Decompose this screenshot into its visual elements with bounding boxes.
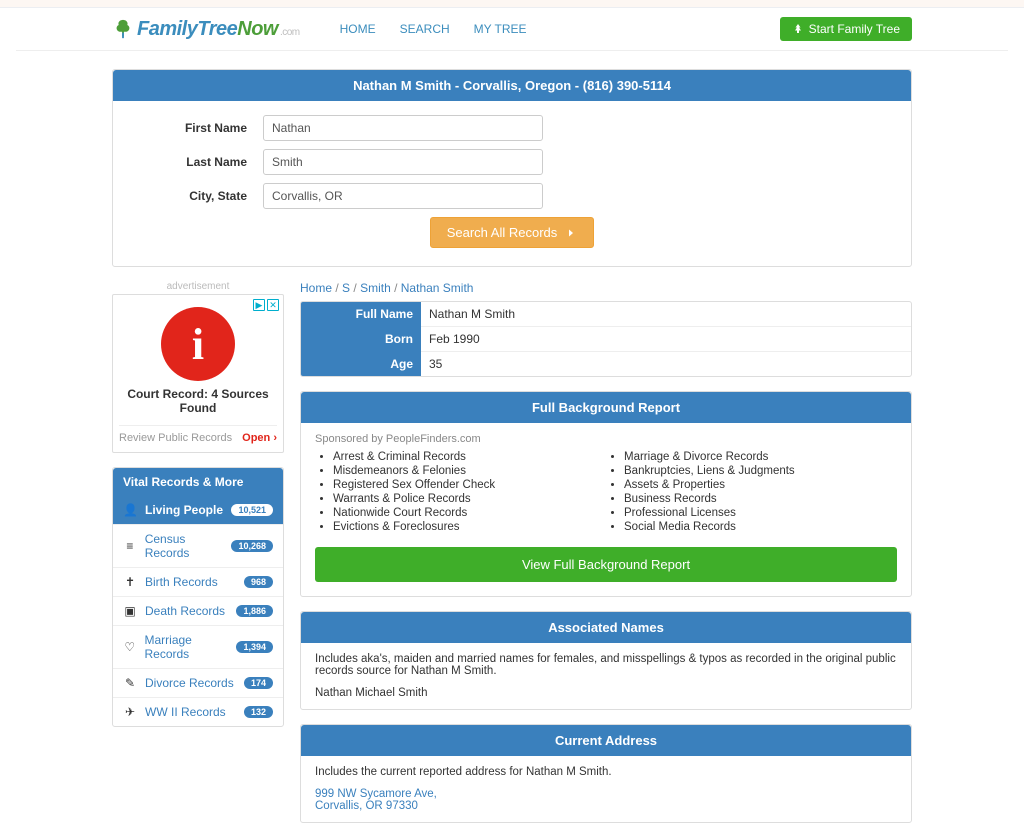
sidebar-item-label: Living People (145, 503, 223, 517)
current-address-panel: Current Address Includes the current rep… (300, 724, 912, 823)
associated-names-panel: Associated Names Includes aka's, maiden … (300, 611, 912, 710)
crumb-s[interactable]: S (342, 281, 350, 295)
brand-dotcom: .com (280, 27, 300, 38)
info-fullname-val: Nathan M Smith (421, 302, 911, 327)
info-age-val: 35 (421, 352, 911, 376)
person-info-table: Full NameNathan M Smith BornFeb 1990 Age… (300, 301, 912, 377)
sidebar-item-count: 10,268 (231, 540, 273, 552)
info-fullname-key: Full Name (301, 302, 421, 327)
addr-note: Includes the current reported address fo… (315, 766, 897, 778)
ad-label: advertisement (112, 281, 284, 292)
addr-title: Current Address (301, 725, 911, 756)
report-item: Arrest & Criminal Records (333, 451, 606, 463)
info-age-key: Age (301, 352, 421, 376)
sidebar-icon: ✈ (123, 705, 137, 719)
navbar: FamilyTreeNow.com HOME SEARCH MY TREE St… (112, 8, 912, 50)
info-born-val: Feb 1990 (421, 327, 911, 352)
sidebar-item-census-records[interactable]: ≡ Census Records10,268 (113, 524, 283, 567)
brand-now: Now (237, 18, 278, 40)
report-title: Full Background Report (301, 392, 911, 423)
start-button-label: Start Family Tree (809, 22, 900, 36)
sidebar-item-label: Divorce Records (145, 676, 234, 690)
first-name-label: First Name (143, 121, 263, 135)
info-icon: i (161, 307, 235, 381)
background-report-panel: Full Background Report Sponsored by Peop… (300, 391, 912, 597)
sidebar-title: Vital Records & More (113, 468, 283, 496)
sidebar-item-birth-records[interactable]: ✝ Birth Records 968 (113, 567, 283, 596)
sidebar-item-marriage-records[interactable]: ♡ Marriage Records1,394 (113, 625, 283, 668)
report-item: Evictions & Foreclosures (333, 521, 606, 533)
assoc-title: Associated Names (301, 612, 911, 643)
city-state-input[interactable] (263, 183, 543, 209)
tree-icon (112, 18, 134, 40)
info-born-key: Born (301, 327, 421, 352)
ad-open-link[interactable]: Open › (242, 432, 277, 444)
sidebar-item-label: Census Records (145, 532, 232, 560)
sidebar-icon: ♡ (123, 640, 137, 654)
sidebar-icon: ✝ (123, 575, 137, 589)
sidebar-icon: ▣ (123, 604, 137, 618)
nav-links: HOME SEARCH MY TREE (328, 16, 539, 42)
crumb-smith[interactable]: Smith (360, 281, 391, 295)
sidebar-icon: ✎ (123, 676, 137, 690)
sidebar-item-divorce-records[interactable]: ✎ Divorce Records 174 (113, 668, 283, 697)
report-item: Professional Licenses (624, 507, 897, 519)
sidebar-item-label: WW II Records (145, 705, 226, 719)
tree-small-icon (792, 23, 804, 35)
search-panel-title: Nathan M Smith - Corvallis, Oregon - (81… (113, 70, 911, 101)
search-panel: Nathan M Smith - Corvallis, Oregon - (81… (112, 69, 912, 267)
logo[interactable]: FamilyTreeNow.com (112, 18, 300, 41)
start-family-tree-button[interactable]: Start Family Tree (780, 17, 912, 41)
nav-mytree[interactable]: MY TREE (462, 16, 539, 42)
breadcrumb: Home / S / Smith / Nathan Smith (300, 281, 912, 295)
arrow-right-icon (565, 227, 577, 239)
search-all-records-button[interactable]: Search All Records (430, 217, 595, 248)
report-item: Business Records (624, 493, 897, 505)
ad-box[interactable]: ▶✕ i Court Record: 4 Sources Found Revie… (112, 294, 284, 453)
brand-tree: Tree (197, 18, 237, 40)
sidebar-item-count: 1,886 (236, 605, 273, 617)
sidebar-item-death-records[interactable]: ▣ Death Records 1,886 (113, 596, 283, 625)
ad-review-link[interactable]: Review Public Records (119, 432, 232, 444)
nav-search[interactable]: SEARCH (388, 16, 462, 42)
sidebar-item-count: 10,521 (231, 504, 273, 516)
last-name-input[interactable] (263, 149, 543, 175)
addr-line2[interactable]: Corvallis, OR 97330 (315, 800, 418, 812)
view-full-report-button[interactable]: View Full Background Report (315, 547, 897, 582)
report-sponsored: Sponsored by PeopleFinders.com (315, 433, 897, 445)
report-item: Misdemeanors & Felonies (333, 465, 606, 477)
report-item: Warrants & Police Records (333, 493, 606, 505)
city-state-label: City, State (143, 189, 263, 203)
nav-home[interactable]: HOME (328, 16, 388, 42)
sidebar-item-label: Birth Records (145, 575, 218, 589)
report-item: Marriage & Divorce Records (624, 451, 897, 463)
report-item: Social Media Records (624, 521, 897, 533)
assoc-note: Includes aka's, maiden and married names… (315, 653, 897, 677)
sidebar-item-count: 968 (244, 576, 273, 588)
sidebar-item-count: 132 (244, 706, 273, 718)
sidebar-item-count: 174 (244, 677, 273, 689)
ad-close-icon[interactable]: ▶✕ (253, 299, 279, 311)
sidebar-icon: ≡ (123, 539, 137, 553)
addr-line1[interactable]: 999 NW Sycamore Ave, (315, 788, 437, 800)
sidebar-item-count: 1,394 (236, 641, 273, 653)
report-item: Registered Sex Offender Check (333, 479, 606, 491)
sidebar-item-label: Death Records (145, 604, 225, 618)
report-item: Bankruptcies, Liens & Judgments (624, 465, 897, 477)
sidebar-item-ww-ii-records[interactable]: ✈ WW II Records 132 (113, 697, 283, 726)
sidebar-panel: Vital Records & More 👤 Living People 10,52… (112, 467, 284, 727)
first-name-input[interactable] (263, 115, 543, 141)
report-item: Assets & Properties (624, 479, 897, 491)
last-name-label: Last Name (143, 155, 263, 169)
sidebar-item-label: Marriage Records (145, 633, 237, 661)
brand-family: Family (137, 18, 197, 40)
crumb-person[interactable]: Nathan Smith (401, 281, 474, 295)
ad-title: Court Record: 4 Sources Found (119, 387, 277, 415)
sidebar-icon: 👤 (123, 503, 137, 517)
assoc-name: Nathan Michael Smith (315, 687, 897, 699)
report-item: Nationwide Court Records (333, 507, 606, 519)
crumb-home[interactable]: Home (300, 281, 332, 295)
sidebar-item-living-people[interactable]: 👤 Living People 10,521 (113, 496, 283, 524)
search-button-label: Search All Records (447, 225, 558, 240)
